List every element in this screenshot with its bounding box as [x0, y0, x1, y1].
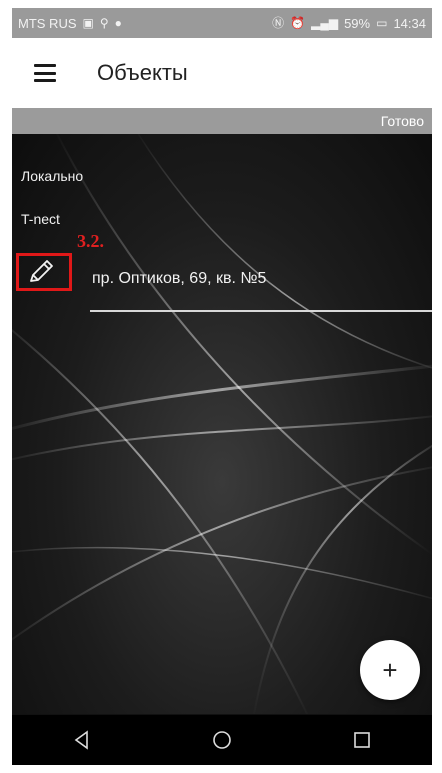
- address-divider: [90, 310, 432, 312]
- status-bar-left: MTS RUS ▣ ⚲ ●: [18, 16, 122, 31]
- nfc-icon: Ⓝ: [272, 16, 285, 30]
- annotation-label: 3.2.: [77, 231, 104, 251]
- carrier-label: MTS RUS: [18, 15, 77, 31]
- signal-icon: ▂▄▆: [311, 16, 339, 30]
- pencil-icon[interactable]: [26, 258, 56, 286]
- fab-label: +: [382, 654, 398, 685]
- section-label-local: Локально: [21, 168, 84, 184]
- clock: 14:34: [393, 15, 426, 31]
- image-icon: ▣: [82, 16, 94, 30]
- done-bar: Готово: [12, 108, 432, 134]
- status-bar: MTS RUS ▣ ⚲ ● Ⓝ ⏰ ▂▄▆ 59% ▭ 14:34: [12, 8, 432, 38]
- app-bar: Объекты: [12, 38, 432, 108]
- add-object-button[interactable]: +: [360, 640, 420, 700]
- alarm-icon: ⏰: [290, 16, 306, 30]
- status-bar-right: Ⓝ ⏰ ▂▄▆ 59% ▭ 14:34: [272, 16, 426, 31]
- battery-percent: 59%: [344, 15, 371, 31]
- back-triangle-icon[interactable]: [52, 720, 112, 760]
- battery-icon: ▭: [376, 16, 388, 30]
- chat-bubble-icon: ●: [114, 16, 122, 30]
- search-icon: ⚲: [99, 16, 109, 30]
- hamburger-menu-icon[interactable]: [34, 64, 56, 82]
- light-streaks-decoration: [12, 134, 432, 714]
- device-screen: MTS RUS ▣ ⚲ ● Ⓝ ⏰ ▂▄▆ 59% ▭ 14:34 Объект…: [12, 8, 432, 765]
- recents-square-icon[interactable]: [332, 720, 392, 760]
- done-button[interactable]: Готово: [381, 113, 424, 129]
- background-image: [12, 134, 432, 714]
- home-circle-icon[interactable]: [192, 720, 252, 760]
- object-address[interactable]: пр. Оптиков, 69, кв. №5: [92, 270, 266, 288]
- page-title: Объекты: [97, 60, 188, 85]
- navigation-bar: [12, 715, 432, 765]
- section-label-tnest: T-nect: [21, 211, 60, 227]
